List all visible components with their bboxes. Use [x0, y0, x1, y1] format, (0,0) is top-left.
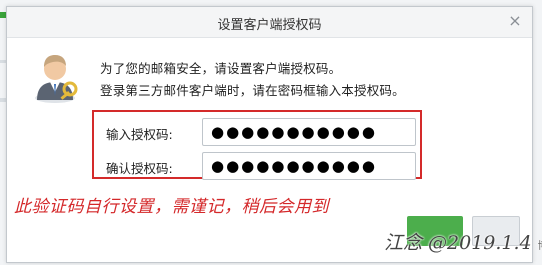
security-message-line1: 为了您的邮箱安全，请设置客户端授权码。 — [100, 61, 342, 76]
dialog-title: 设置客户端授权码 — [217, 18, 322, 33]
annotation-text: 此验证码自行设置，需谨记，稍后会用到 — [14, 197, 329, 217]
auth-code-label: 输入授权码: — [106, 127, 173, 142]
confirm-code-label: 确认授权码: — [106, 161, 173, 176]
user-key-icon — [35, 55, 78, 103]
watermark-text: 江念 @2019.1.4 — [384, 232, 532, 254]
auth-code-input[interactable] — [202, 118, 416, 146]
watermark-site: 博客 — [538, 241, 542, 252]
security-message-line2: 登录第三方邮件客户端时，请在密码框输入本授权码。 — [100, 83, 405, 98]
dialog-titlebar: 设置客户端授权码 × — [7, 7, 532, 38]
confirm-code-input[interactable] — [202, 152, 416, 180]
close-icon[interactable]: × — [507, 12, 523, 30]
watermark: 江念 @2019.1.4 博客 — [384, 228, 542, 255]
